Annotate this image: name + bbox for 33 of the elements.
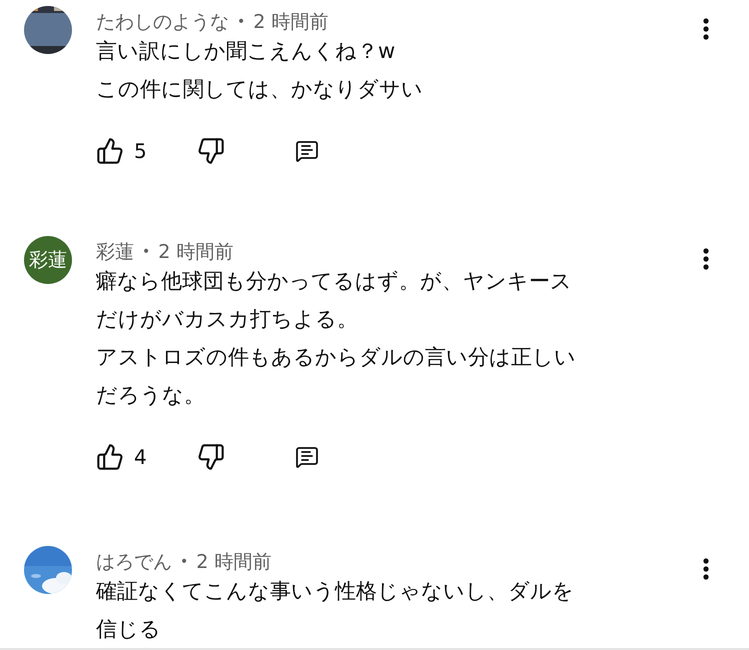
more-icon <box>703 18 709 40</box>
separator: • <box>142 242 150 262</box>
comment-text: だろうな。 <box>96 382 206 409</box>
separator: • <box>180 552 188 572</box>
avatar: 彩蓮 <box>24 236 72 284</box>
dislike-button[interactable] <box>196 137 225 165</box>
timestamp: 2 時間前 <box>253 10 328 35</box>
comment-text: アストロズの件もあるからダルの言い分は正しい <box>96 344 577 371</box>
thumbs-down-icon <box>196 137 225 165</box>
thumbs-up-icon <box>96 443 124 471</box>
reply-button[interactable] <box>294 139 319 163</box>
author-name[interactable]: たわしのような <box>96 8 229 36</box>
timestamp: 2 時間前 <box>158 240 234 265</box>
comment-text: 確証なくてこんな事いう性格じゃないし、ダルを <box>96 578 575 605</box>
reply-icon <box>294 139 319 163</box>
comment-text: 言い訳にしか聞こえんくね？w <box>96 38 396 65</box>
author-name[interactable]: はろでん <box>96 548 172 576</box>
more-icon <box>703 558 709 580</box>
author-name[interactable]: 彩蓮 <box>96 238 134 266</box>
comment-text: だけがバカスカ打ちよる。 <box>96 306 359 333</box>
separator: • <box>237 12 246 32</box>
comment-text: 癖なら他球団も分かってるはず。が、ヤンキース <box>96 268 573 295</box>
dislike-button[interactable] <box>196 443 225 471</box>
comment-text: 信じる <box>96 616 162 643</box>
more-icon <box>703 248 709 270</box>
like-button[interactable]: 5 <box>96 136 147 166</box>
like-button[interactable]: 4 <box>96 442 147 472</box>
reply-icon <box>294 445 319 469</box>
reply-button[interactable] <box>294 445 319 469</box>
thumbs-up-icon <box>96 137 124 165</box>
comment-text: この件に関しては、かなりダサい <box>96 76 424 103</box>
thumbs-down-icon <box>196 443 225 471</box>
timestamp: 2 時間前 <box>196 550 272 575</box>
